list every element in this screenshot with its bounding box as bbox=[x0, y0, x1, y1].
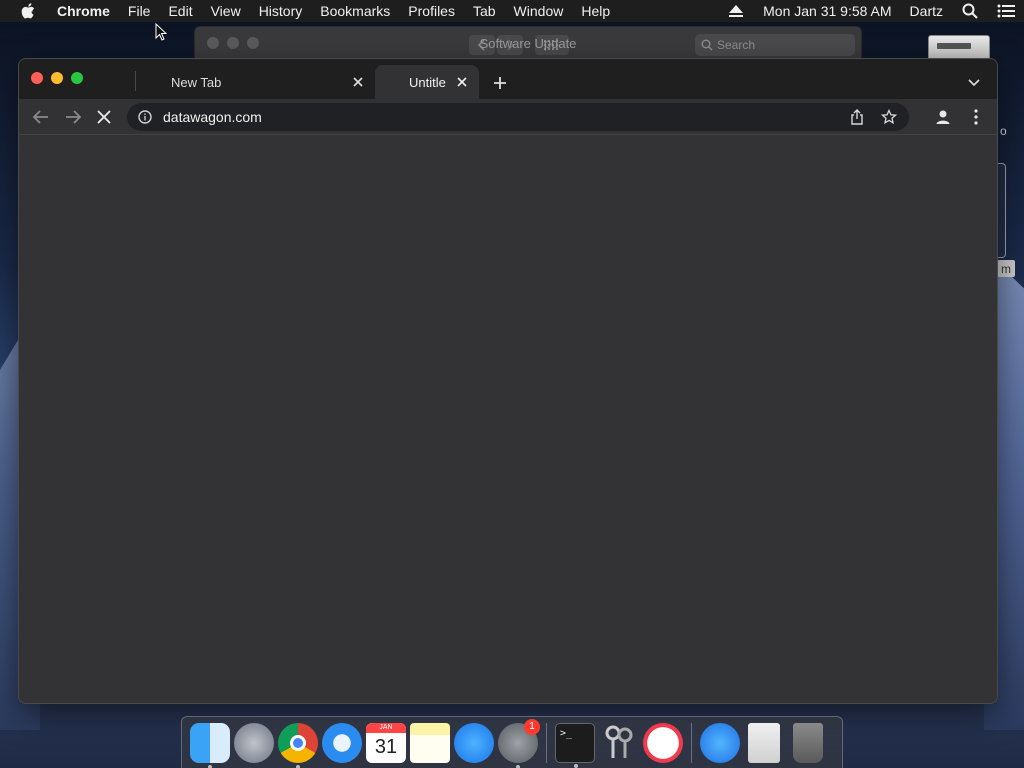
stop-loading-button[interactable] bbox=[92, 105, 116, 129]
menu-edit[interactable]: Edit bbox=[159, 0, 201, 22]
menu-user-name[interactable]: Dartz bbox=[901, 3, 952, 19]
search-icon bbox=[701, 39, 713, 51]
close-tab-icon[interactable] bbox=[453, 73, 471, 91]
dock-trash-icon[interactable] bbox=[793, 722, 823, 763]
dock-safari-icon[interactable] bbox=[322, 722, 362, 763]
dock-chrome-icon[interactable] bbox=[278, 722, 318, 768]
profile-button[interactable] bbox=[931, 105, 955, 129]
back-button[interactable] bbox=[29, 105, 53, 129]
menu-tab[interactable]: Tab bbox=[464, 0, 505, 22]
browser-menu-button[interactable] bbox=[964, 105, 988, 129]
terminal-prompt: >_ bbox=[560, 727, 573, 739]
chrome-window: New Tab Untitle datawagon.com bbox=[18, 58, 998, 704]
share-icon[interactable] bbox=[847, 107, 867, 127]
desktop-peek-text: o bbox=[1000, 124, 1007, 138]
profile-avatar-icon bbox=[936, 110, 950, 124]
dock-separator bbox=[546, 722, 547, 763]
dock-terminal-icon[interactable]: >_ bbox=[555, 722, 595, 768]
menu-window[interactable]: Window bbox=[505, 0, 573, 22]
dock-separator bbox=[691, 722, 692, 763]
tab-title: New Tab bbox=[171, 74, 222, 90]
notification-badge: 1 bbox=[524, 718, 540, 735]
prefs-search-placeholder: Search bbox=[717, 38, 756, 52]
chevron-down-icon bbox=[968, 79, 980, 87]
window-controls bbox=[31, 72, 83, 84]
running-indicator bbox=[516, 764, 520, 768]
tab-strip: New Tab Untitle bbox=[19, 59, 997, 99]
bookmark-star-icon[interactable] bbox=[879, 107, 899, 127]
menu-bar-status-area: Mon Jan 31 9:58 AM Dartz bbox=[718, 0, 1024, 22]
zoom-window-button[interactable] bbox=[71, 72, 83, 84]
eject-icon[interactable] bbox=[727, 3, 745, 19]
close-window-button[interactable] bbox=[31, 72, 43, 84]
prefs-search-field[interactable]: Search bbox=[695, 34, 855, 56]
apple-menu-icon[interactable] bbox=[20, 3, 36, 19]
mouse-cursor-icon bbox=[155, 23, 167, 41]
tab-new-tab[interactable]: New Tab bbox=[139, 65, 375, 99]
menu-clock[interactable]: Mon Jan 31 9:58 AM bbox=[754, 3, 900, 19]
dock-system-preferences-icon[interactable]: 1 bbox=[498, 718, 540, 768]
menu-bar: Chrome File Edit View History Bookmarks … bbox=[0, 0, 1024, 22]
menu-profiles[interactable]: Profiles bbox=[399, 0, 464, 22]
menu-bookmarks[interactable]: Bookmarks bbox=[311, 0, 399, 22]
close-tab-icon[interactable] bbox=[349, 73, 367, 91]
calendar-month: JAN bbox=[366, 722, 406, 733]
dock-notes-icon[interactable] bbox=[410, 722, 450, 763]
dock-calendar-icon[interactable]: JAN 31 bbox=[366, 722, 406, 763]
page-content-area[interactable] bbox=[19, 136, 997, 703]
menu-history[interactable]: History bbox=[250, 0, 312, 22]
menu-help[interactable]: Help bbox=[572, 0, 619, 22]
calendar-day: 31 bbox=[374, 735, 398, 758]
tab-separator bbox=[135, 71, 136, 91]
url-text[interactable]: datawagon.com bbox=[163, 109, 262, 125]
menu-view[interactable]: View bbox=[202, 0, 250, 22]
desktop-peek-label: m bbox=[997, 260, 1015, 277]
stop-x-icon bbox=[97, 110, 111, 124]
site-info-icon[interactable] bbox=[135, 107, 155, 127]
kebab-menu-icon bbox=[974, 109, 978, 125]
running-indicator bbox=[574, 763, 578, 768]
desktop-peek-window bbox=[997, 163, 1006, 258]
plus-icon bbox=[494, 77, 506, 89]
dock: JAN 31 1 >_ bbox=[181, 716, 843, 768]
spotlight-search-icon[interactable] bbox=[961, 3, 979, 19]
menu-app-name[interactable]: Chrome bbox=[48, 0, 119, 22]
new-tab-button[interactable] bbox=[489, 72, 511, 94]
dock-launchpad-icon[interactable] bbox=[234, 722, 274, 763]
dock-keychain-access-icon[interactable] bbox=[599, 723, 639, 763]
arrow-left-icon bbox=[33, 110, 48, 124]
running-indicator bbox=[296, 764, 300, 768]
notification-center-icon[interactable] bbox=[997, 3, 1015, 19]
dock-app-store-download-icon[interactable] bbox=[700, 722, 740, 763]
dock-news-icon[interactable] bbox=[643, 722, 683, 763]
dock-app-store-icon[interactable] bbox=[454, 722, 494, 763]
address-bar[interactable]: datawagon.com bbox=[127, 103, 909, 131]
minimize-window-button[interactable] bbox=[51, 72, 63, 84]
tab-search-button[interactable] bbox=[963, 72, 985, 94]
menu-file[interactable]: File bbox=[119, 0, 160, 22]
running-indicator bbox=[208, 764, 212, 768]
tab-untitled[interactable]: Untitle bbox=[375, 65, 479, 99]
dock-document-icon[interactable] bbox=[748, 722, 780, 763]
dock-finder-icon[interactable] bbox=[190, 722, 230, 768]
tab-title: Untitle bbox=[409, 74, 446, 90]
arrow-right-icon bbox=[66, 110, 81, 124]
browser-toolbar: datawagon.com bbox=[19, 99, 997, 135]
forward-button[interactable] bbox=[61, 105, 85, 129]
